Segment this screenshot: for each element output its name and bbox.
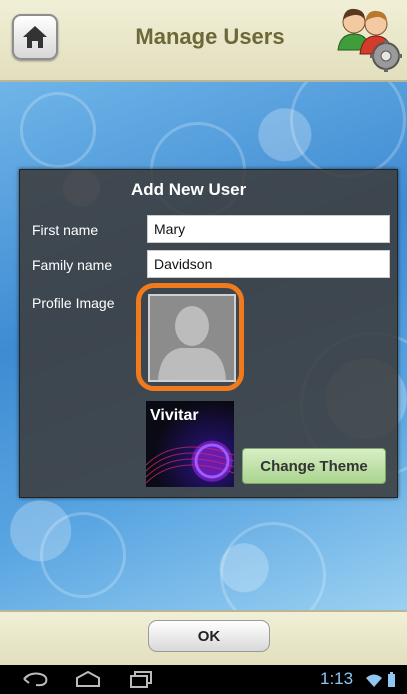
first-name-field[interactable]: Mary — [147, 215, 390, 243]
status-clock: 1:13 — [320, 669, 354, 688]
add-user-dialog: Add New User First name Mary Family name… — [19, 169, 398, 498]
profile-image-highlight — [136, 283, 244, 391]
bg-bubble — [290, 82, 406, 178]
battery-icon — [388, 674, 395, 687]
app-footer: OK — [0, 610, 407, 665]
app-header: Manage Users — [0, 0, 407, 82]
family-name-label: Family name — [32, 257, 113, 273]
profile-image-label: Profile Image — [32, 295, 115, 311]
wifi-icon — [366, 672, 395, 687]
ok-button[interactable]: OK — [148, 620, 270, 652]
first-name-label: First name — [32, 222, 99, 238]
family-name-field[interactable]: Davidson — [147, 250, 390, 278]
bg-bubble — [40, 512, 126, 598]
recents-icon[interactable] — [128, 670, 154, 688]
home-button[interactable] — [12, 14, 58, 60]
system-nav-bar: 1:13 — [0, 665, 407, 694]
bg-bubble — [220, 522, 326, 610]
change-theme-button[interactable]: Change Theme — [242, 448, 386, 484]
theme-preview[interactable]: Vivitar — [146, 401, 234, 487]
home-icon — [23, 26, 47, 48]
theme-logo-text: Vivitar — [150, 407, 199, 424]
bg-bubble — [20, 92, 96, 168]
back-icon[interactable] — [20, 670, 50, 688]
users-gear-icon[interactable] — [334, 4, 406, 74]
dialog-title: Add New User — [131, 180, 247, 199]
home-nav-icon[interactable] — [74, 670, 102, 688]
page-title: Manage Users — [135, 24, 285, 49]
